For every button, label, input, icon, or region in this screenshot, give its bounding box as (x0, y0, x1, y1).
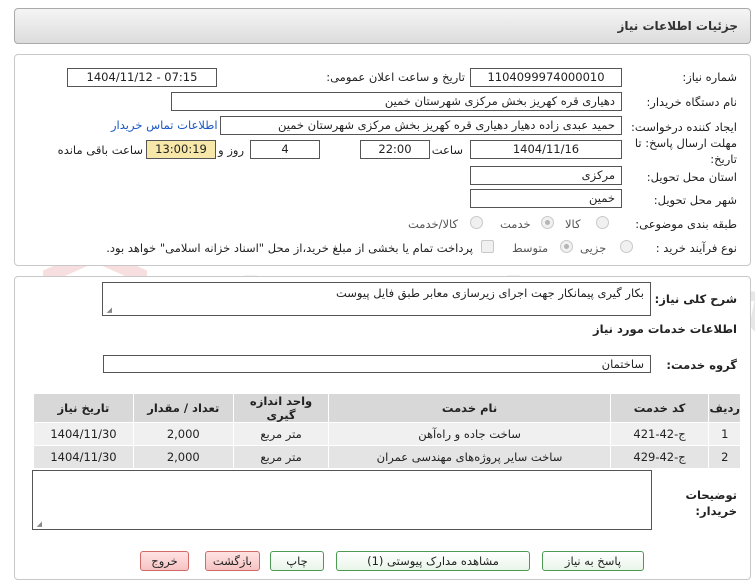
column-header-need-date: تاریخ نیاز (33, 393, 134, 423)
category-goods-radio[interactable] (596, 216, 609, 229)
deadline-date-field: 1404/11/16 (470, 140, 622, 159)
cell-service-name: ساخت سایر پروژه‌های مهندسی عمران (328, 445, 611, 469)
cell-service-name: ساخت جاده و راه‌آهن (328, 422, 611, 446)
need-number-field: 1104099974000010 (470, 68, 622, 87)
reply-button[interactable]: پاسخ به نیاز (542, 551, 644, 571)
announce-label: تاریخ و ساعت اعلان عمومی: (326, 70, 465, 84)
remaining-time-label: ساعت باقی مانده (57, 143, 143, 157)
table-row: 1 ج-42-421 ساخت جاده و راه‌آهن متر مربع … (33, 422, 741, 446)
province-label: استان محل تحویل: (646, 170, 737, 184)
description-text: بکار گیری پیمانکار جهت اجرای زیرسازی معا… (336, 286, 644, 300)
buyer-org-label: نام دستگاه خریدار: (646, 95, 737, 109)
province-field: مرکزی (470, 166, 622, 185)
need-number-label: شماره نیاز: (682, 70, 737, 84)
cell-unit: متر مربع (232, 422, 330, 446)
buyer-contact-link[interactable]: اطلاعات تماس خریدار (111, 118, 218, 132)
description-label: شرح کلی نیاز: (654, 292, 737, 306)
process-label: نوع فرآیند خرید : (655, 241, 737, 255)
category-option-both-label: کالا/خدمت (408, 217, 459, 231)
column-header-row-number: ردیف (708, 393, 741, 423)
service-group-field: ساختمان (103, 355, 651, 373)
treasury-payment-note: پرداخت تمام یا بخشی از مبلغ خرید،از محل … (106, 241, 473, 255)
resize-handle-icon[interactable]: ◢ (35, 521, 42, 528)
deadline-time-label: ساعت (431, 143, 463, 157)
column-header-service-name: نام خدمت (328, 393, 611, 423)
requester-label: ایجاد کننده درخواست: (631, 120, 737, 134)
category-option-service-label: خدمت (500, 217, 531, 231)
category-label: طبقه بندی موضوعی: (635, 217, 737, 231)
page-header: جزئیات اطلاعات نیاز (14, 8, 751, 44)
cell-unit: متر مربع (232, 445, 330, 469)
cell-quantity: 2,000 (132, 445, 234, 469)
category-service-radio[interactable] (541, 216, 554, 229)
services-section-title: اطلاعات خدمات مورد نیاز (593, 322, 737, 336)
remaining-days-field: 4 (250, 140, 320, 159)
process-option-minor-label: جزیی (580, 241, 607, 255)
announce-datetime-field: 1404/11/12 - 07:15 (67, 68, 217, 87)
cell-row-number: 1 (708, 422, 741, 446)
category-both-radio[interactable] (470, 216, 483, 229)
process-minor-radio[interactable] (620, 240, 633, 253)
buyer-notes-label: توضیحات خریدار: (685, 488, 738, 518)
service-group-label: گروه خدمت: (666, 358, 737, 372)
table-header-row: ردیف کد خدمت نام خدمت واحد اندازه گیری ت… (33, 393, 741, 423)
description-textarea: بکار گیری پیمانکار جهت اجرای زیرسازی معا… (102, 282, 651, 316)
process-option-medium-label: متوسط (512, 241, 549, 255)
treasury-payment-checkbox[interactable] (481, 240, 494, 253)
buyer-org-field: دهیاری قره کهریز بخش مرکزی شهرستان خمین (171, 92, 622, 111)
buyer-notes-textarea: ◢ (32, 470, 652, 530)
column-header-quantity: تعداد / مقدار (132, 393, 234, 423)
back-button[interactable]: بازگشت (205, 551, 260, 571)
cell-need-date: 1404/11/30 (33, 422, 134, 446)
exit-button[interactable]: خروج (140, 551, 189, 571)
resize-handle-icon[interactable]: ◢ (105, 307, 112, 314)
remaining-days-label: روز و (218, 143, 244, 157)
deadline-label: مهلت ارسال پاسخ: تا تاریخ: (634, 136, 737, 166)
cell-service-code: ج-42-429 (609, 445, 710, 469)
city-field: خمین (470, 189, 622, 208)
services-table: ردیف کد خدمت نام خدمت واحد اندازه گیری ت… (33, 393, 741, 469)
page-title: جزئیات اطلاعات نیاز (617, 19, 738, 33)
requester-field: حمید عبدی زاده دهیار دهیاری قره کهریز بخ… (220, 116, 622, 135)
cell-row-number: 2 (708, 445, 741, 469)
deadline-time-field: 22:00 (360, 140, 430, 159)
process-medium-radio[interactable] (560, 240, 573, 253)
cell-service-code: ج-42-421 (609, 422, 710, 446)
category-option-goods-label: کالا (565, 217, 581, 231)
print-button[interactable]: چاپ (270, 551, 324, 571)
table-row: 2 ج-42-429 ساخت سایر پروژه‌های مهندسی عم… (33, 445, 741, 469)
city-label: شهر محل تحویل: (653, 193, 737, 207)
remaining-time-field: 13:00:19 (146, 140, 216, 159)
column-header-unit: واحد اندازه گیری (232, 393, 330, 423)
column-header-service-code: کد خدمت (609, 393, 710, 423)
view-attachments-button[interactable]: مشاهده مدارک پیوستی (1) (336, 551, 530, 571)
cell-need-date: 1404/11/30 (33, 445, 134, 469)
cell-quantity: 2,000 (132, 422, 234, 446)
